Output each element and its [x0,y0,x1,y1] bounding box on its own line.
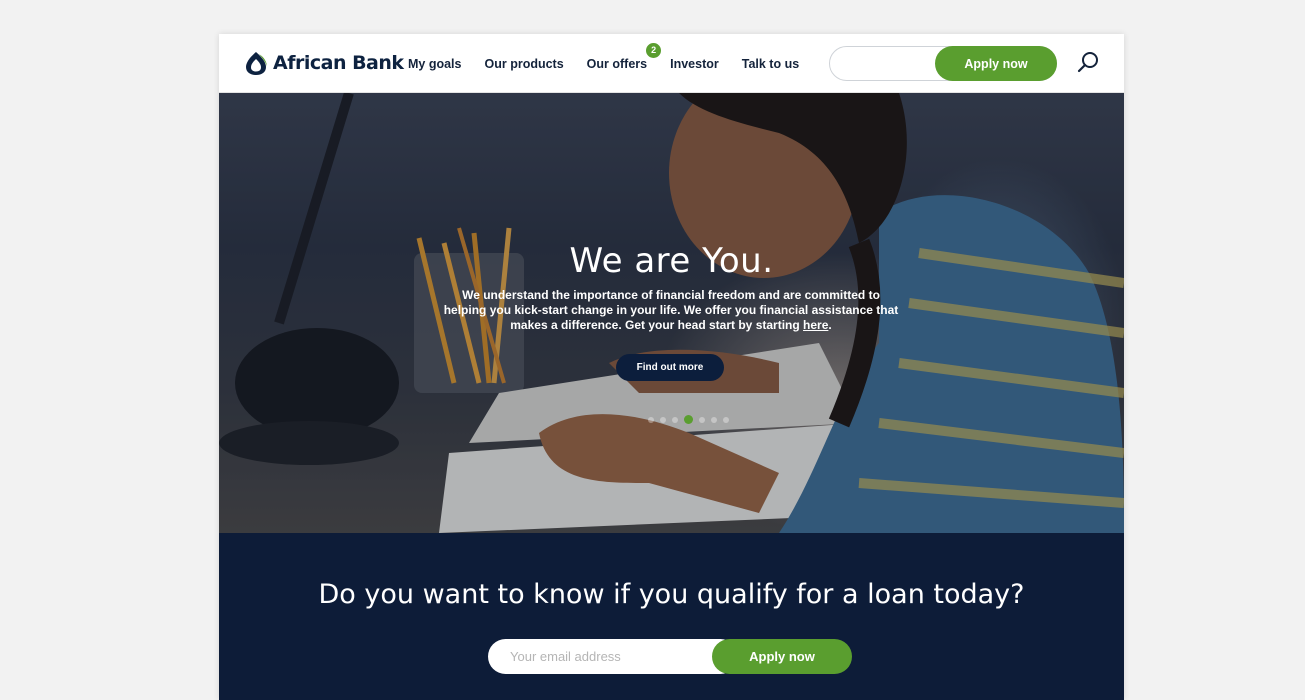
header-apply-button[interactable]: Apply now [935,46,1057,81]
carousel-dot[interactable] [723,416,729,423]
cta-apply-button[interactable]: Apply now [712,639,852,674]
hero-here-link[interactable]: here [803,318,828,332]
nav-item-our-products[interactable]: Our products [485,57,564,71]
logo[interactable]: African Bank [243,48,404,78]
hero-description: We understand the importance of financia… [441,288,901,333]
hero-title: We are You. [569,241,774,281]
nav-item-label: Our offers [586,56,648,71]
carousel-dot[interactable] [711,416,717,423]
carousel-dot[interactable] [699,416,705,423]
carousel-dots [648,415,729,424]
hero-description-end: . [828,318,832,332]
email-field[interactable] [488,639,738,674]
carousel-dot[interactable] [660,416,666,423]
hero-banner: We are You. We understand the importance… [219,93,1124,533]
find-out-more-button[interactable]: Find out more [616,354,724,381]
nav-item-talk-to-us[interactable]: Talk to us [742,57,799,71]
site-header: African Bank My goals Our products Our o… [219,34,1124,93]
loan-cta-section: Do you want to know if you qualify for a… [219,533,1124,700]
nav-item-our-offers[interactable]: Our offers 2 [586,42,662,71]
cta-title: Do you want to know if you qualify for a… [318,579,1025,610]
logo-icon [246,52,267,75]
nav-item-investor[interactable]: Investor [670,57,719,71]
logo-text: African Bank [273,52,404,74]
browser-frame: African Bank My goals Our products Our o… [219,34,1124,700]
main-nav: My goals Our products Our offers 2 Inves… [408,34,822,93]
carousel-dot[interactable] [672,416,678,423]
offers-count-badge: 2 [646,42,662,58]
carousel-dot-active[interactable] [684,415,693,424]
search-icon[interactable] [1075,50,1101,76]
carousel-dot[interactable] [648,416,654,423]
nav-item-my-goals[interactable]: My goals [408,57,462,71]
